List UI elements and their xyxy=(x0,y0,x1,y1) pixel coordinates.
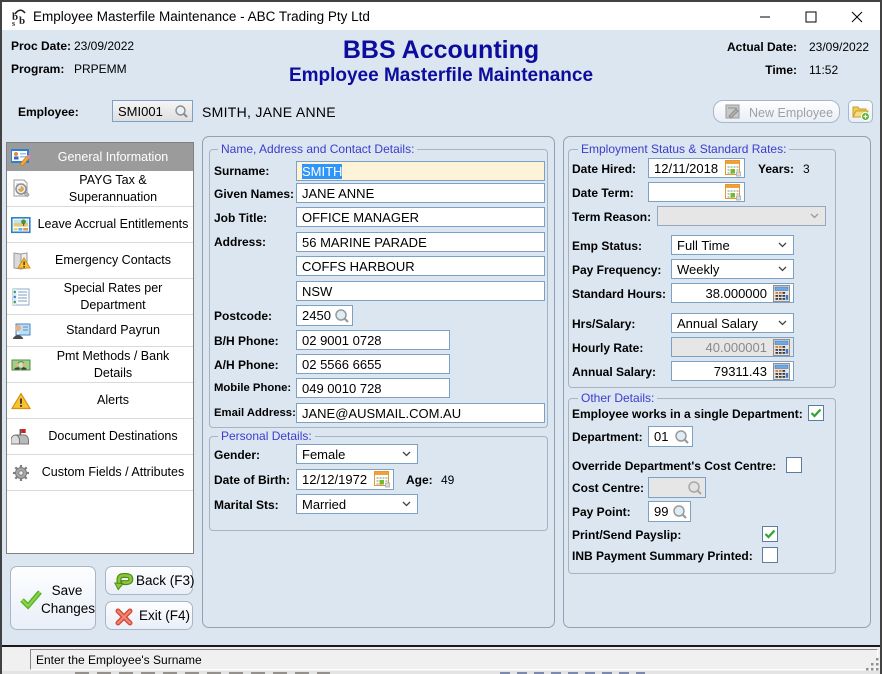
svg-text:b: b xyxy=(19,15,25,27)
svg-text:s: s xyxy=(12,19,15,27)
